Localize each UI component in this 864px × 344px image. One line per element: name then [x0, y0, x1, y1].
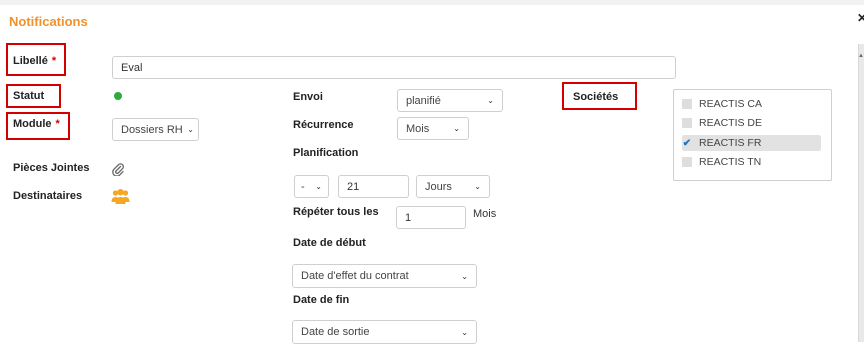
chevron-down-icon: ⌄ — [187, 125, 194, 134]
company-label: REACTIS DE — [699, 117, 763, 129]
module-select[interactable]: Dossiers RH ⌄ — [112, 118, 199, 141]
checkbox-unchecked[interactable] — [682, 118, 692, 128]
chevron-down-icon: ⌄ — [474, 182, 481, 191]
societes-label: Sociétés — [573, 91, 619, 103]
users-icon[interactable] — [111, 188, 130, 205]
vertical-scrollbar[interactable] — [858, 44, 864, 342]
chevron-down-icon: ⌄ — [315, 182, 322, 191]
company-label: REACTIS FR — [699, 137, 762, 149]
company-item-reactis-de[interactable]: REACTIS DE — [682, 115, 821, 131]
company-item-reactis-tn[interactable]: REACTIS TN — [682, 154, 821, 170]
company-label: REACTIS CA — [699, 98, 763, 110]
statut-label: Statut — [13, 90, 45, 102]
pieces-jointes-label: Pièces Jointes — [13, 162, 90, 174]
repeter-label: Répéter tous les — [293, 206, 379, 218]
date-debut-select-value: Date d'effet du contrat — [301, 270, 409, 282]
planification-label: Planification — [293, 147, 359, 159]
envoi-select[interactable]: planifié ⌄ — [397, 89, 503, 112]
chevron-down-icon: ⌄ — [461, 271, 468, 281]
dialog-title: Notifications — [9, 14, 88, 29]
top-divider — [0, 0, 864, 5]
status-indicator — [114, 92, 122, 100]
planification-sign-select[interactable]: - ⌄ — [294, 175, 329, 198]
recurrence-select[interactable]: Mois ⌄ — [397, 117, 469, 140]
chevron-down-icon: ⌄ — [461, 327, 468, 337]
checkbox-unchecked[interactable] — [682, 99, 692, 109]
planification-sign-value: - — [301, 180, 305, 193]
chevron-down-icon: ⌄ — [453, 124, 460, 133]
planification-unit-select[interactable]: Jours ⌄ — [416, 175, 490, 198]
recurrence-label: Récurrence — [293, 119, 354, 131]
societes-list[interactable]: REACTIS CA REACTIS DE ✔ REACTIS FR REACTI… — [673, 89, 832, 181]
company-label: REACTIS TN — [699, 156, 762, 168]
envoi-label: Envoi — [293, 91, 323, 103]
chevron-down-icon: ⌄ — [487, 96, 494, 105]
company-item-reactis-fr[interactable]: ✔ REACTIS FR — [682, 135, 821, 151]
date-debut-label: Date de début — [293, 237, 366, 249]
close-icon[interactable]: ✕ — [857, 11, 864, 25]
paperclip-icon[interactable] — [111, 162, 125, 176]
date-fin-select-value: Date de sortie — [301, 326, 370, 338]
module-label: Module * — [13, 118, 60, 130]
date-debut-select[interactable]: Date d'effet du contrat ⌄ — [292, 264, 477, 288]
company-item-reactis-ca[interactable]: REACTIS CA — [682, 96, 821, 112]
libelle-input[interactable]: Eval — [112, 56, 676, 79]
repeter-unit-text: Mois — [473, 208, 497, 220]
repeter-input[interactable]: 1 — [396, 206, 466, 229]
checkbox-unchecked[interactable] — [682, 157, 692, 167]
planification-unit-value: Jours — [425, 180, 452, 193]
envoi-select-value: planifié — [406, 94, 441, 107]
recurrence-select-value: Mois — [406, 122, 430, 135]
date-fin-select[interactable]: Date de sortie ⌄ — [292, 320, 477, 344]
date-fin-label: Date de fin — [293, 294, 350, 306]
scroll-up-icon[interactable]: ▲ — [858, 53, 864, 59]
destinataires-label: Destinataires — [13, 190, 83, 202]
libelle-label: Libellé * — [13, 55, 57, 67]
checkmark-icon[interactable]: ✔ — [682, 138, 692, 149]
module-select-value: Dossiers RH — [121, 123, 183, 136]
planification-amount-input[interactable]: 21 — [338, 175, 409, 198]
